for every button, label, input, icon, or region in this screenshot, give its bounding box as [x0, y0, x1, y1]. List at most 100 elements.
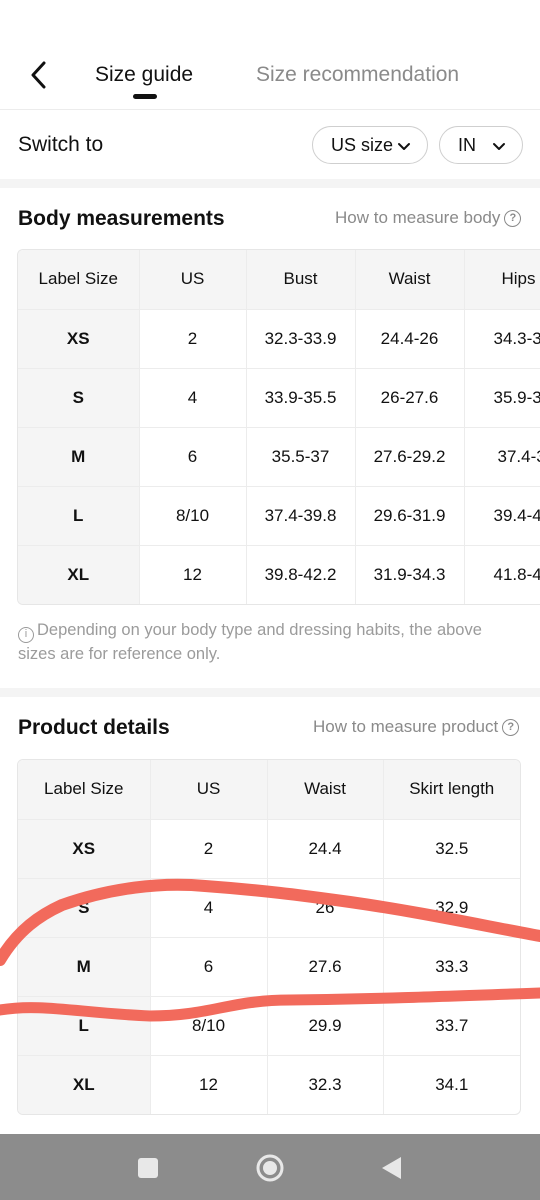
table-row: XS 2 24.4 32.5 — [18, 819, 520, 879]
table-cell: 37.4-39.8 — [246, 486, 356, 546]
table-cell: 32.5 — [383, 819, 520, 879]
info-icon: i — [18, 627, 34, 643]
table-cell: M — [18, 427, 140, 487]
table-cell: 29.9 — [267, 996, 384, 1056]
table-cell: 37.4-39 — [464, 427, 540, 487]
table-cell: 6 — [139, 427, 247, 487]
table-cell: S — [18, 878, 151, 938]
table-header-row: Label Size US Bust Waist Hips — [18, 250, 540, 310]
back-nav-icon — [382, 1157, 401, 1179]
home-button[interactable] — [255, 1153, 285, 1183]
back-button[interactable] — [22, 56, 56, 94]
column-header: Bust — [246, 250, 356, 310]
column-header: Hips — [464, 250, 540, 310]
table-cell: XS — [18, 819, 151, 879]
tab-size-recommendation[interactable]: Size recommendation — [256, 60, 459, 90]
body-measurements-table: Label Size US Bust Waist Hips XS 2 32.3-… — [17, 249, 540, 605]
body-measurements-title: Body measurements — [18, 207, 225, 230]
recent-apps-icon — [138, 1158, 158, 1178]
help-icon: ? — [502, 718, 520, 736]
table-cell: 2 — [139, 309, 247, 369]
table-cell: 2 — [150, 819, 268, 879]
table-cell: 27.6 — [267, 937, 384, 997]
section-divider — [0, 179, 540, 188]
table-row: L 8/10 29.9 33.7 — [18, 996, 520, 1056]
table-cell: 35.9-37 — [464, 368, 540, 428]
table-cell: 26-27.6 — [355, 368, 465, 428]
table-cell: XL — [18, 1055, 151, 1114]
back-nav-button[interactable] — [376, 1153, 406, 1183]
table-cell: 32.3-33.9 — [246, 309, 356, 369]
how-to-measure-product-label: How to measure product — [313, 717, 499, 736]
table-row: S 4 33.9-35.5 26-27.6 35.9-37 — [18, 368, 540, 428]
active-tab-indicator — [133, 94, 157, 99]
table-cell: 29.6-31.9 — [355, 486, 465, 546]
body-note: i Depending on your body type and dressin… — [18, 619, 518, 666]
how-to-measure-body-link[interactable]: How to measure body ? — [335, 206, 522, 230]
table-row: S 4 26 32.9 — [18, 878, 520, 938]
tab-size-guide[interactable]: Size guide — [95, 60, 193, 90]
table-cell: 4 — [150, 878, 268, 938]
body-note-text: Depending on your body type and dressing… — [18, 621, 482, 663]
column-header: US — [139, 250, 247, 310]
help-icon: ? — [504, 209, 522, 227]
column-header: US — [150, 760, 268, 820]
chevron-left-icon — [31, 61, 46, 89]
home-icon — [256, 1154, 284, 1182]
table-cell: 4 — [139, 368, 247, 428]
table-row: XL 12 32.3 34.1 — [18, 1055, 520, 1114]
table-cell: 35.5-37 — [246, 427, 356, 487]
chevron-down-icon — [398, 143, 410, 150]
table-row: M 6 27.6 33.3 — [18, 937, 520, 997]
size-system-dropdown[interactable]: US size — [312, 126, 428, 164]
unit-dropdown[interactable]: IN — [439, 126, 523, 164]
table-cell: 12 — [150, 1055, 268, 1114]
table-cell: M — [18, 937, 151, 997]
product-details-title: Product details — [18, 716, 170, 739]
size-system-value: US size — [331, 134, 394, 155]
table-cell: XL — [18, 545, 140, 604]
table-row: XS 2 32.3-33.9 24.4-26 34.3-35 — [18, 309, 540, 369]
table-cell: 39.4-41 — [464, 486, 540, 546]
table-row: XL 12 39.8-42.2 31.9-34.3 41.8-44 — [18, 545, 540, 604]
system-nav-bar — [0, 1134, 540, 1200]
recent-apps-button[interactable] — [133, 1153, 163, 1183]
table-cell: 26 — [267, 878, 384, 938]
product-details-table: Label Size US Waist Skirt length XS 2 24… — [17, 759, 521, 1115]
unit-value: IN — [458, 134, 476, 155]
column-header: Skirt length — [383, 760, 520, 820]
switch-row: Switch to US size IN — [0, 111, 540, 179]
chevron-down-icon — [493, 143, 505, 150]
table-cell: 8/10 — [150, 996, 268, 1056]
table-cell: XS — [18, 309, 140, 369]
column-header: Label Size — [18, 250, 140, 310]
table-row: L 8/10 37.4-39.8 29.6-31.9 39.4-41 — [18, 486, 540, 546]
column-header: Waist — [267, 760, 384, 820]
table-cell: 34.1 — [435, 1074, 469, 1094]
table-cell: 33.7 — [383, 996, 520, 1056]
table-cell: L — [18, 996, 151, 1056]
table-cell: 12 — [139, 545, 247, 604]
table-cell: 8/10 — [139, 486, 247, 546]
how-to-measure-body-label: How to measure body — [335, 208, 501, 227]
table-cell: 31.9-34.3 — [355, 545, 465, 604]
column-header: Waist — [355, 250, 465, 310]
table-cell: 34.3-35 — [464, 309, 540, 369]
table-header-row: Label Size US Waist Skirt length — [18, 760, 520, 820]
table-cell: 32.9 — [383, 878, 520, 938]
how-to-measure-product-link[interactable]: How to measure product ? — [313, 715, 520, 739]
switch-label: Switch to — [18, 133, 104, 156]
table-cell: 33.9-35.5 — [246, 368, 356, 428]
section-divider — [0, 688, 540, 697]
table-cell: 6 — [150, 937, 268, 997]
table-cell: 41.8-44 — [464, 545, 540, 604]
table-cell: S — [18, 368, 140, 428]
table-cell: 24.4 — [267, 819, 384, 879]
header: Size guide Size recommendation — [0, 0, 540, 110]
table-cell: 32.3 — [267, 1055, 384, 1114]
table-row: M 6 35.5-37 27.6-29.2 37.4-39 — [18, 427, 540, 487]
table-cell: 27.6-29.2 — [355, 427, 465, 487]
table-cell: 24.4-26 — [355, 309, 465, 369]
column-header: Label Size — [18, 760, 151, 820]
table-cell: 33.3 — [383, 937, 520, 997]
